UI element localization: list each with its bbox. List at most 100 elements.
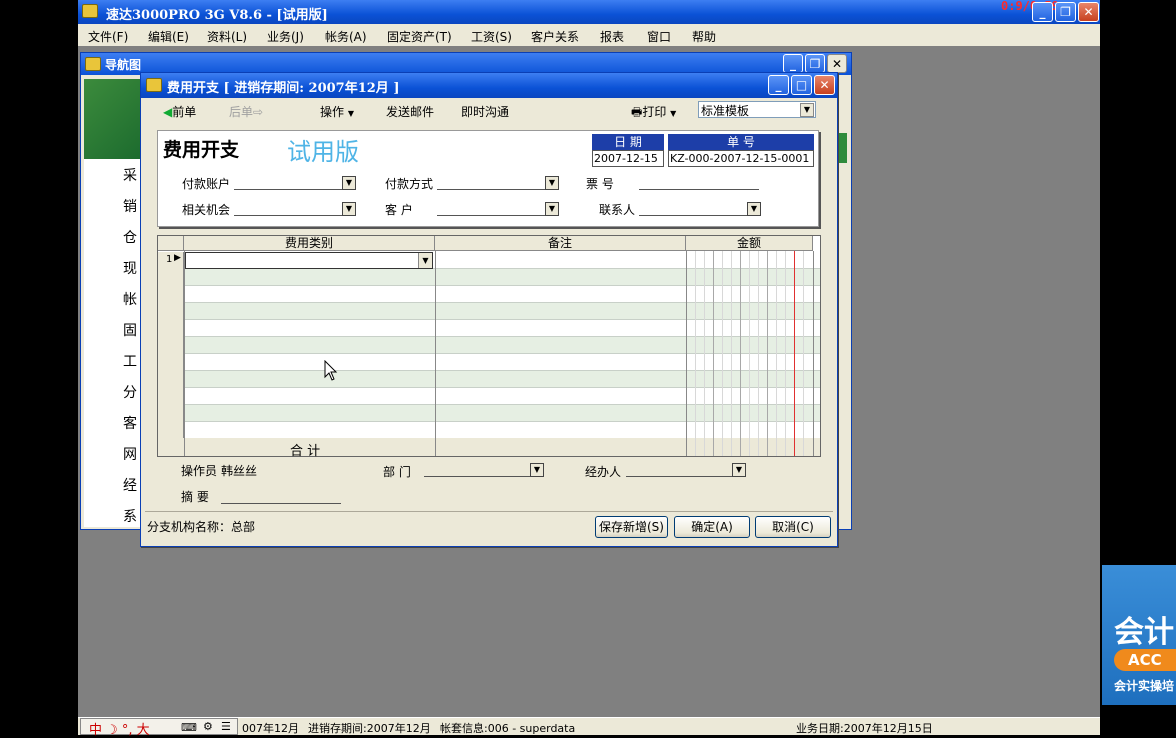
customer-combo[interactable]: ▼ (437, 202, 559, 216)
nav-restore-icon[interactable]: ❐ (805, 54, 825, 73)
table-row[interactable] (158, 405, 820, 422)
category-dropdown-icon[interactable]: ▼ (418, 253, 432, 268)
prev-button[interactable]: ◀前单 (163, 103, 196, 120)
col-divider (184, 251, 185, 456)
print-dropdown-icon: ▼ (670, 109, 677, 118)
printer-icon: 🖶 (631, 105, 643, 119)
print-button[interactable]: 🖶打印 ▼ (631, 103, 676, 124)
app-title: 速达3000PRO 3G V8.6 - [试用版] (106, 8, 328, 23)
dropdown-icon: ▼ (347, 109, 354, 118)
menu-file[interactable]: 文件(F) (88, 28, 128, 45)
col-divider (813, 251, 814, 456)
opportunity-label: 相关机会 (182, 203, 231, 217)
opportunity-combo[interactable]: ▼ (234, 202, 356, 216)
save-new-button[interactable]: 保存新增(S) (595, 516, 668, 538)
next-label: 后单 (229, 105, 254, 119)
col-header-category[interactable]: 费用类别 (184, 236, 435, 251)
ticket-label: 票 号 (586, 177, 614, 191)
menu-business[interactable]: 业务(J) (267, 28, 304, 45)
ticket-field[interactable] (639, 176, 759, 190)
pay-account-combo[interactable]: ▼ (234, 176, 356, 190)
summary-field[interactable] (221, 490, 341, 504)
amount-digit-line (803, 251, 804, 456)
dialog-minimize-icon[interactable]: _ (768, 75, 789, 95)
table-row[interactable] (158, 269, 820, 286)
customer-dropdown-icon: ▼ (545, 202, 559, 216)
pay-method-combo[interactable]: ▼ (437, 176, 559, 190)
row-header (158, 388, 184, 405)
date-field[interactable]: 2007-12-15 (592, 150, 664, 167)
table-row[interactable] (158, 303, 820, 320)
row-number: 1 ▶ (158, 252, 184, 269)
table-row[interactable] (158, 388, 820, 405)
minimize-icon[interactable]: _ (1032, 2, 1053, 22)
menu-accounts[interactable]: 帐务(A) (325, 28, 367, 45)
amount-digit-line (704, 251, 705, 456)
cancel-button[interactable]: 取消(C) (755, 516, 831, 538)
dialog-logo-icon (146, 78, 162, 92)
app-titlebar: 速达3000PRO 3G V8.6 - [试用版] 0:9/0:59 _ ❐ ✕ (78, 0, 1100, 24)
chat-button[interactable]: 即时沟通 (461, 103, 509, 120)
table-row[interactable] (158, 354, 820, 371)
pay-method-dropdown-icon: ▼ (545, 176, 559, 190)
dialog-maximize-icon[interactable]: □ (791, 75, 812, 95)
ad-overlay[interactable]: 会计 ACC 会计实操培 (1102, 565, 1176, 705)
row-header (158, 303, 184, 320)
status-inventory-period: 进销存期间:2007年12月 (308, 722, 431, 735)
summary-label: 摘 要 (181, 490, 209, 504)
total-row (158, 438, 820, 456)
table-row[interactable] (158, 371, 820, 388)
menu-reports[interactable]: 报表 (600, 28, 624, 45)
row-number-text: 1 (166, 254, 173, 265)
contact-label: 联系人 (599, 203, 636, 217)
menu-window[interactable]: 窗口 (647, 28, 671, 45)
row-header (158, 371, 184, 388)
template-select[interactable]: 标准模板 ▼ (698, 101, 816, 118)
nav-minimize-icon[interactable]: _ (783, 54, 803, 73)
number-field[interactable]: KZ-000-2007-12-15-0001 (668, 150, 814, 167)
col-header-amount[interactable]: 金额 (686, 236, 813, 251)
close-icon[interactable]: ✕ (1078, 2, 1099, 22)
table-row[interactable] (158, 422, 820, 439)
row-header (158, 337, 184, 354)
menu-help[interactable]: 帮助 (692, 28, 716, 45)
template-dropdown-icon: ▼ (800, 103, 814, 117)
dialog-close-icon[interactable]: ✕ (814, 75, 835, 95)
contact-combo[interactable]: ▼ (639, 202, 761, 216)
customer-label: 客 户 (385, 203, 413, 217)
row-header (158, 422, 184, 439)
print-label: 打印 (642, 105, 667, 119)
operate-menu[interactable]: 操作 ▼ (320, 103, 354, 120)
nav-logo-icon (85, 57, 101, 71)
category-cell-editor[interactable]: ▼ (185, 252, 433, 269)
status-account: 帐套信息:006 - superdata (440, 722, 576, 735)
nav-close-icon[interactable]: ✕ (827, 54, 847, 73)
next-button[interactable]: 后单⇨ (229, 103, 263, 120)
footer-divider (145, 511, 833, 512)
opportunity-dropdown-icon: ▼ (342, 202, 356, 216)
col-header-note[interactable]: 备注 (435, 236, 686, 251)
menu-crm[interactable]: 客户关系 (531, 28, 579, 45)
operator-value: 韩丝丝 (221, 464, 258, 478)
row-header (158, 354, 184, 371)
table-row[interactable] (158, 286, 820, 303)
menu-fixed-assets[interactable]: 固定资产(T) (387, 28, 452, 45)
menu-payroll[interactable]: 工资(S) (471, 28, 512, 45)
amount-digit-line (731, 251, 732, 456)
pay-account-label: 付款账户 (182, 177, 231, 191)
table-row[interactable] (158, 320, 820, 337)
amount-digit-line (713, 251, 714, 456)
table-row[interactable] (158, 337, 820, 354)
send-mail-button[interactable]: 发送邮件 (386, 103, 434, 120)
amount-digit-line (695, 251, 696, 456)
ime-toolbar[interactable]: 中 ☽ °, 大 ⌨ ⚙ ☰ (80, 718, 238, 738)
restore-icon[interactable]: ❐ (1055, 2, 1076, 22)
ok-button[interactable]: 确定(A) (674, 516, 750, 538)
dept-dropdown-icon: ▼ (530, 463, 544, 477)
mouse-cursor-icon (324, 359, 338, 385)
status-business-date: 业务日期:2007年12月15日 (796, 722, 933, 735)
menu-edit[interactable]: 编辑(E) (148, 28, 189, 45)
menu-data[interactable]: 资料(L) (207, 28, 247, 45)
handler-combo[interactable]: ▼ (626, 463, 746, 477)
dept-combo[interactable]: ▼ (424, 463, 544, 477)
